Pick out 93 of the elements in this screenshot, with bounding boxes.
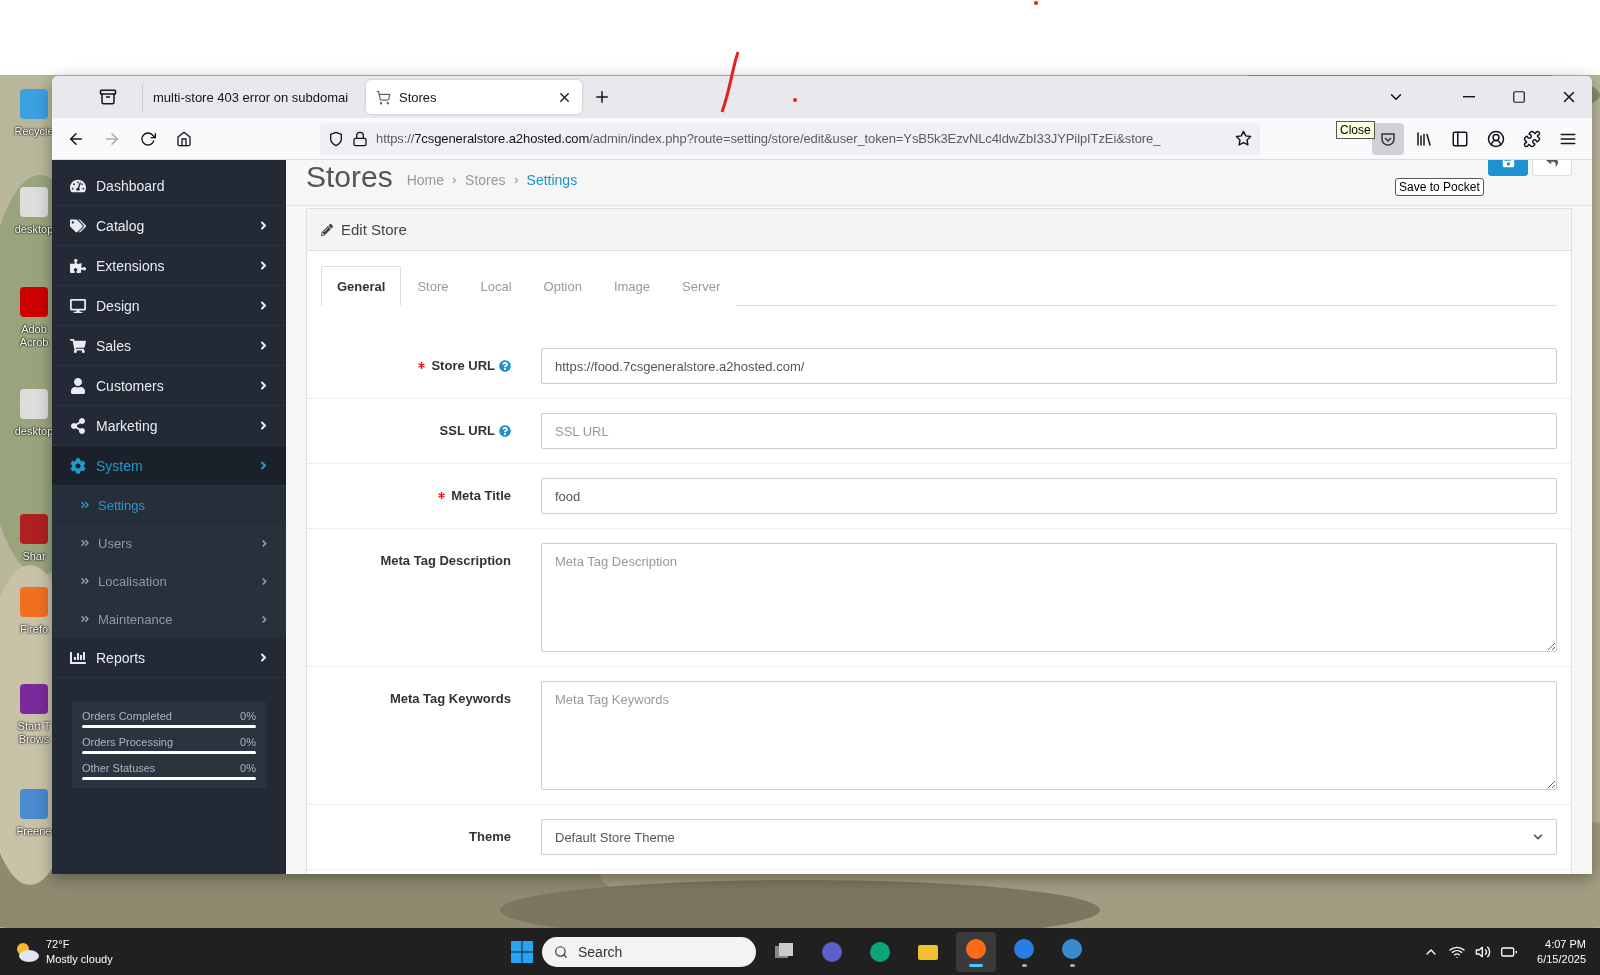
pocket-icon <box>1380 130 1396 147</box>
desktop-icon-label: Shar <box>22 550 46 563</box>
textarea-field[interactable]: Meta Tag Keywords <box>541 681 1557 790</box>
textarea-field[interactable]: Meta Tag Description <box>541 543 1557 652</box>
windows-start-icon[interactable] <box>510 939 534 964</box>
double-chevron-icon <box>80 614 90 624</box>
tooltip: Close <box>1336 121 1375 139</box>
desktop-icon-label: Firefo <box>19 623 49 636</box>
minimize-icon <box>1463 96 1475 98</box>
taskbar-app[interactable] <box>956 931 996 972</box>
text-field[interactable]: SSL URL <box>541 413 1557 449</box>
field-label: Meta Tag Keywords <box>389 691 511 706</box>
chevron-right-icon <box>259 537 270 549</box>
help-icon[interactable] <box>499 359 511 372</box>
stat-value: 0% <box>240 736 256 748</box>
help-icon[interactable] <box>499 424 511 437</box>
field-label: Meta Title <box>451 488 511 503</box>
url-text: https://7csgeneralstore.a2hosted.com/admin/index.php?route=setting/store/edit&user_token=YsB5k3EzvNLc4ldwZbI33JYPilpITzEi&store_ <box>376 131 1162 146</box>
double-chevron-icon <box>80 538 90 548</box>
desktop-icon-label: Start T <box>17 720 51 733</box>
cloud-sun-icon <box>14 940 40 963</box>
page-title: Stores <box>306 162 393 192</box>
sidebar-item[interactable]: Customers <box>52 366 286 406</box>
maximize-icon <box>1512 90 1526 104</box>
sidebar-icon <box>1451 129 1469 148</box>
desktop-icon-label: desktop <box>14 425 54 438</box>
required-asterisk-icon <box>418 362 426 369</box>
address-bar[interactable]: https://7csgeneralstore.a2hosted.com/admin/index.php?route=setting/store/edit&user_token=YsB5k3EzvNLc4ldwZbI33JYPilpITzEi&store_ <box>320 122 1260 155</box>
browser-tab[interactable]: Stores <box>366 80 582 114</box>
search-icon <box>554 944 568 959</box>
stat-label: Orders Processing <box>82 736 174 748</box>
chevron-right-icon <box>259 613 270 625</box>
pen-stroke <box>720 51 740 113</box>
clock-time: 4:07 PM <box>1545 936 1586 952</box>
plus-icon <box>593 88 611 106</box>
sidebar-item[interactable]: System <box>52 446 286 486</box>
tab-title: multi-store 403 error on subdomai <box>153 89 349 105</box>
taskbar-search-field[interactable]: Search <box>542 936 756 967</box>
pencil-icon <box>321 223 333 236</box>
desktop-icon-label: desktop <box>14 223 54 236</box>
desktop-icon-label: Recycle <box>14 125 54 138</box>
desktop-icon-label: Brows <box>18 733 50 746</box>
clock-date: 6/15/2025 <box>1537 951 1586 967</box>
panel-title: Edit Store <box>341 221 407 238</box>
reload-icon <box>140 130 156 147</box>
running-indicator <box>969 963 983 967</box>
desktop-icon-label: Freene <box>16 825 52 838</box>
field-label: Theme <box>469 829 511 844</box>
stat-value: 0% <box>240 710 256 722</box>
desktop-icon-label: Adob <box>21 323 47 336</box>
theme-select[interactable]: Default Store Theme <box>541 819 1557 855</box>
stat-label: Orders Completed <box>82 710 172 722</box>
field-label: Meta Tag Description <box>380 553 511 568</box>
form-tab[interactable]: General <box>321 266 402 306</box>
double-chevron-icon <box>80 576 90 586</box>
library-icon <box>1415 129 1433 148</box>
sidebar-subitem[interactable]: Localisation <box>52 562 286 600</box>
double-chevron-icon <box>80 500 90 510</box>
sidebar-item[interactable]: Catalog <box>52 206 286 246</box>
lock-icon <box>352 130 368 147</box>
account-icon <box>1487 129 1505 148</box>
home-icon <box>176 130 192 147</box>
pocket-button[interactable] <box>1372 122 1404 155</box>
required-asterisk-icon <box>438 492 446 499</box>
search-placeholder: Search <box>578 943 623 960</box>
desktop-icon-label: Acrob <box>19 336 49 349</box>
pen-dot <box>1034 1 1038 5</box>
sidebar-subitem[interactable]: Users <box>52 524 286 562</box>
text-field[interactable]: https://food.7csgeneralstore.a2hosted.com/ <box>541 348 1557 384</box>
star-icon[interactable] <box>1235 130 1252 147</box>
running-indicator <box>1069 963 1075 967</box>
sidebar-subitem[interactable]: Settings <box>52 486 286 524</box>
running-indicator <box>1021 963 1027 967</box>
sidebar-item[interactable]: Sales <box>52 326 286 366</box>
stat-value: 0% <box>240 762 256 774</box>
stat-label: Other Statuses <box>82 762 156 774</box>
tab-title: Stores <box>399 89 438 105</box>
field-label: Store URL <box>431 358 495 373</box>
sidebar-item[interactable]: Dashboard <box>52 166 286 206</box>
chevron-down-icon <box>1533 832 1543 842</box>
archive-icon <box>99 88 117 106</box>
shield-icon <box>328 130 344 147</box>
chevron-right-icon <box>259 575 270 587</box>
field-label: SSL URL <box>439 423 495 438</box>
sidebar-item[interactable]: Extensions <box>52 246 286 286</box>
sidebar-subitem[interactable]: Maintenance <box>52 600 286 638</box>
puzzle-icon <box>1523 129 1541 148</box>
cart-icon <box>376 89 391 105</box>
text-field[interactable]: food <box>541 478 1557 514</box>
tooltip: Save to Pocket <box>1395 178 1484 196</box>
temperature: 72°F <box>46 936 71 952</box>
pen-dot <box>793 98 797 102</box>
weather-text: Mostly cloudy <box>46 951 113 967</box>
